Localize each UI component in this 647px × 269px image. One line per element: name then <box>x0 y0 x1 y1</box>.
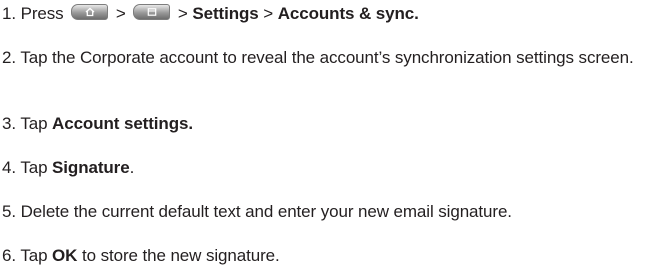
step-text: to store the new signature. <box>81 246 280 265</box>
menu-path-signature: Signature <box>52 158 130 177</box>
menu-key-icon <box>133 4 171 20</box>
step-5: 5. Delete the current default text and e… <box>2 201 512 223</box>
step-4: 4. Tap Signature. <box>2 157 134 179</box>
step-number: 3. <box>2 114 16 133</box>
step-number: 6. <box>2 246 16 265</box>
step-number: 4. <box>2 158 16 177</box>
separator: > <box>177 4 188 23</box>
step-number: 2. <box>2 48 16 67</box>
step-3: 3. Tap Account settings. <box>2 113 193 135</box>
step-1: 1. Press > > Settings > Accounts & sync. <box>2 3 419 25</box>
separator: > <box>115 4 126 23</box>
step-text: Tap the Corporate account to reveal the … <box>20 48 634 67</box>
step-text: Tap <box>20 114 48 133</box>
step-2: 2. Tap the Corporate account to reveal t… <box>2 47 642 69</box>
home-key-icon <box>71 4 109 20</box>
step-text: Tap <box>20 246 48 265</box>
step-number: 5. <box>2 202 16 221</box>
step-text: . <box>129 158 135 177</box>
menu-path-settings: Settings <box>192 4 259 23</box>
step-text: Press <box>20 4 64 23</box>
step-number: 1. <box>2 4 16 23</box>
separator: > <box>263 4 274 23</box>
ok-label: OK <box>52 246 78 265</box>
menu-path-accounts: Accounts & sync. <box>277 4 419 23</box>
step-text: Delete the current default text and ente… <box>20 202 512 221</box>
step-6: 6. Tap OK to store the new signature. <box>2 245 280 267</box>
step-text: Tap <box>20 158 48 177</box>
menu-path-account-settings: Account settings. <box>52 114 193 133</box>
